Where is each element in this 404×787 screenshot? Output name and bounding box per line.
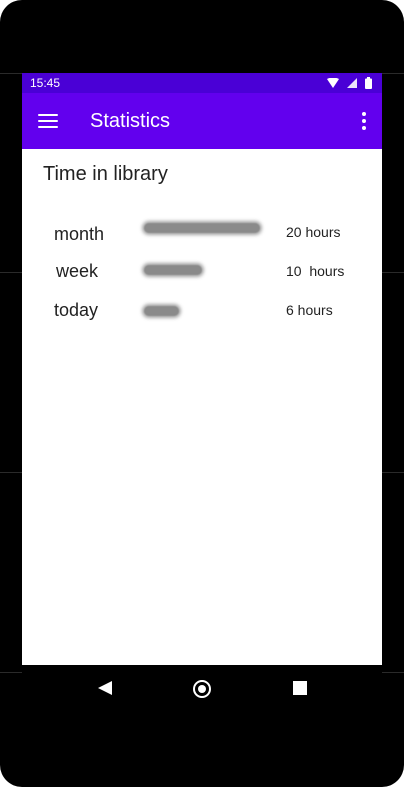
- home-icon[interactable]: [193, 680, 211, 698]
- stat-value-month: 20 hours: [286, 224, 341, 240]
- frame-divider: [382, 73, 404, 74]
- app-bar: Statistics: [22, 93, 382, 149]
- stat-label-today: today: [54, 300, 99, 320]
- navigation-bar: [22, 665, 382, 715]
- phone-frame: 15:45 Statistics Time in library month 2…: [0, 0, 404, 787]
- frame-divider: [0, 472, 22, 473]
- section-title: Time in library: [43, 163, 168, 185]
- stat-label-month: month: [54, 224, 105, 244]
- stat-value-week: 10 hours: [286, 263, 345, 279]
- signal-icon: [347, 78, 357, 88]
- page-title: Statistics: [90, 110, 171, 132]
- wifi-icon: [327, 78, 339, 88]
- frame-divider: [0, 73, 22, 74]
- frame-divider: [0, 672, 22, 673]
- battery-icon: [365, 77, 372, 89]
- stat-label-week: week: [56, 261, 99, 281]
- stat-value-today: 6 hours: [286, 302, 333, 318]
- more-vertical-icon[interactable]: [358, 109, 370, 133]
- recent-apps-icon[interactable]: [293, 681, 307, 695]
- hamburger-menu-icon[interactable]: [34, 109, 62, 133]
- frame-divider: [382, 472, 404, 473]
- back-icon[interactable]: [98, 681, 112, 695]
- status-bar: 15:45: [22, 73, 382, 93]
- app-screen: 15:45 Statistics Time in library month 2…: [22, 73, 382, 665]
- stat-bar-week: [144, 265, 202, 275]
- status-time: 15:45: [30, 76, 61, 90]
- stat-bar-month: [144, 223, 260, 233]
- frame-divider: [0, 272, 22, 273]
- status-icons: [327, 76, 372, 90]
- frame-divider: [382, 672, 404, 673]
- frame-divider: [382, 272, 404, 273]
- stat-bar-today: [144, 306, 179, 316]
